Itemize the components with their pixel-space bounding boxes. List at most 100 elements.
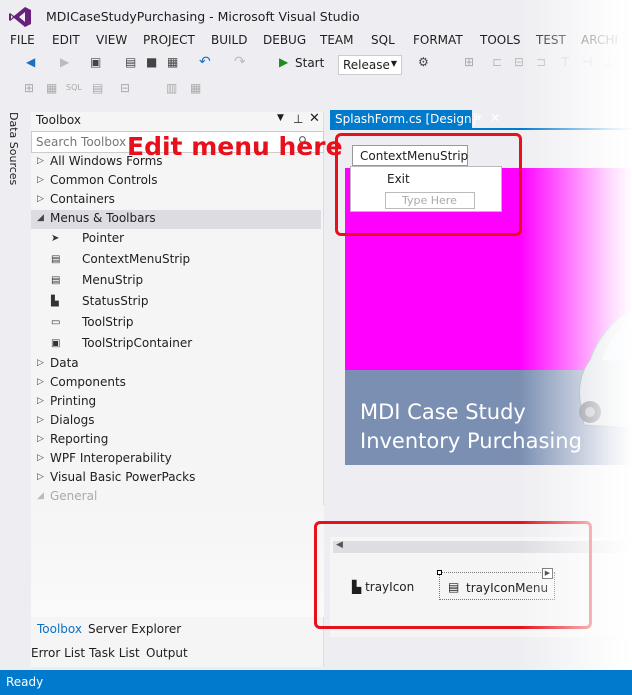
redo-icon[interactable]: ↷ [234,54,246,70]
group-label: Components [50,375,126,389]
menu-team[interactable]: TEAM [320,33,353,47]
tab-task-list[interactable]: Task List [89,646,140,660]
align-icon[interactable]: ⊞ [464,55,474,69]
toolbox-blank-area [31,505,324,617]
menu-tools[interactable]: TOOLS [480,33,521,47]
collapse-icon: ◢ [37,213,44,223]
group-label: Data [50,356,79,370]
car-image [579,309,632,429]
sql-icon[interactable]: SQL [66,83,82,92]
save-icon[interactable]: ■ [146,55,157,69]
status-bar: Ready [0,670,632,695]
tree-group[interactable]: ▷ Printing [31,393,321,412]
toolbox-item[interactable]: ▤ MenuStrip [31,272,321,291]
tree-group[interactable]: ▷ Components [31,374,321,393]
menu-view[interactable]: VIEW [96,33,127,47]
menu-project[interactable]: PROJECT [143,33,195,47]
toolbox-item[interactable]: ▤ ContextMenuStrip [31,251,321,270]
expand-icon: ▷ [37,377,44,387]
highlight-box-menu [335,133,522,236]
menu-build[interactable]: BUILD [211,33,247,47]
toolbar: ◀ ▶ ▣ ▤ ■ ▦ ↶ ↷ ▶ Start ⚙ ⊞ ⊏ ⊟ ⊐ ⊤ ⊣ ⊥ … [0,53,632,99]
group-label: General [50,489,98,503]
tree-group[interactable]: ▷ Reporting [31,431,321,450]
item-label: ContextMenuStrip [82,252,191,266]
forward-icon[interactable]: ▶ [60,55,69,69]
menu-edit[interactable]: EDIT [52,33,80,47]
tree-group[interactable]: ▷ Data [31,355,321,374]
context-menu-strip-icon: ▤ [51,254,61,265]
layout-icon[interactable]: ⊟ [120,81,130,95]
status-text: Ready [6,675,44,689]
undo-icon[interactable]: ↶ [199,54,211,70]
chevron-down-icon: ▼ [390,59,397,68]
menu-test[interactable]: TEST [536,33,566,47]
back-icon[interactable]: ◀ [26,55,35,69]
annotation-text: Edit menu here [127,132,343,161]
item-label: StatusStrip [82,294,149,308]
search-input[interactable]: Search Toolbox [36,135,126,149]
dropdown-icon[interactable]: ▼ [277,113,284,123]
grid-icon[interactable]: ⊞ [24,81,34,95]
item-label: ToolStripContainer [82,336,193,350]
expand-icon: ▷ [37,396,44,406]
document-tab-label: SplashForm.cs [Design]* [335,112,483,126]
output-tabs: Error List Task List Output [31,644,324,668]
new-project-icon[interactable]: ▣ [90,55,101,69]
menu-format[interactable]: FORMAT [413,33,463,47]
start-button[interactable]: Start [295,56,324,70]
pointer-icon: ➤ [51,233,60,244]
expand-icon: ▷ [37,175,44,185]
pin-icon[interactable]: ⊥ [293,112,303,126]
menu-debug[interactable]: DEBUG [263,33,306,47]
document-tab[interactable]: SplashForm.cs [Design]* ⊥ ✕ [330,110,500,129]
expand-icon: ▷ [37,434,44,444]
tab-error-list[interactable]: Error List [31,646,85,660]
align-right-icon[interactable]: ⊐ [536,55,546,69]
configuration-value: Release [343,58,390,72]
tree-group-selected[interactable]: ◢ Menus & Toolbars [31,210,321,229]
menu-bar: FILE EDIT VIEW PROJECT BUILD DEBUG TEAM … [0,32,632,52]
expand-icon: ▷ [37,453,44,463]
splash-title-line2: Inventory Purchasing [360,429,582,453]
group-label: Menus & Toolbars [50,211,156,225]
align-bottom-icon[interactable]: ⊥ [604,55,614,69]
toolbox-tabs: Toolbox Server Explorer [31,620,324,640]
tree-group[interactable]: ▷ Visual Basic PowerPacks [31,469,321,488]
open-folder-icon[interactable]: ▤ [125,55,136,69]
toolbox-title: Toolbox [36,113,81,127]
size-icon[interactable]: ▥ [166,81,177,95]
start-icon[interactable]: ▶ [279,55,288,69]
table-icon[interactable]: ▦ [46,81,57,95]
query-icon[interactable]: ▤ [92,81,103,95]
pin-icon[interactable]: ⊥ [472,112,481,123]
toolbox-item[interactable]: ➤ Pointer [31,230,321,249]
tab-toolbox[interactable]: Toolbox [37,622,82,636]
group-label: Containers [50,192,115,206]
align-middle-icon[interactable]: ⊣ [582,55,592,69]
tree-group[interactable]: ▷ WPF Interoperability [31,450,321,469]
toolbox-item[interactable]: ▭ ToolStrip [31,314,321,333]
tree-group[interactable]: ▷ Containers [31,191,321,210]
tree-group[interactable]: ▷ Dialogs [31,412,321,431]
menu-strip-icon: ▤ [51,275,61,286]
tree-group[interactable]: ▷ Common Controls [31,172,321,191]
menu-sql[interactable]: SQL [371,33,395,47]
configuration-select[interactable]: Release ▼ [338,55,402,75]
align-top-icon[interactable]: ⊤ [560,55,570,69]
align-left-icon[interactable]: ⊏ [492,55,502,69]
close-icon[interactable]: ✕ [309,111,320,126]
attach-icon[interactable]: ⚙ [418,55,429,69]
menu-file[interactable]: FILE [10,33,35,47]
align-center-icon[interactable]: ⊟ [514,55,524,69]
tab-output[interactable]: Output [146,646,188,660]
collapse-icon: ◢ [37,491,44,501]
toolbox-item[interactable]: ▣ ToolStripContainer [31,335,321,354]
menu-architecture[interactable]: ARCHI [581,33,618,47]
spacing-icon[interactable]: ▦ [190,81,201,95]
toolbox-item[interactable]: ▙ StatusStrip [31,293,321,312]
close-icon[interactable]: ✕ [490,111,500,125]
save-all-icon[interactable]: ▦ [167,55,178,69]
tab-server-explorer[interactable]: Server Explorer [88,622,181,636]
data-sources-tab[interactable]: Data Sources [7,112,20,185]
